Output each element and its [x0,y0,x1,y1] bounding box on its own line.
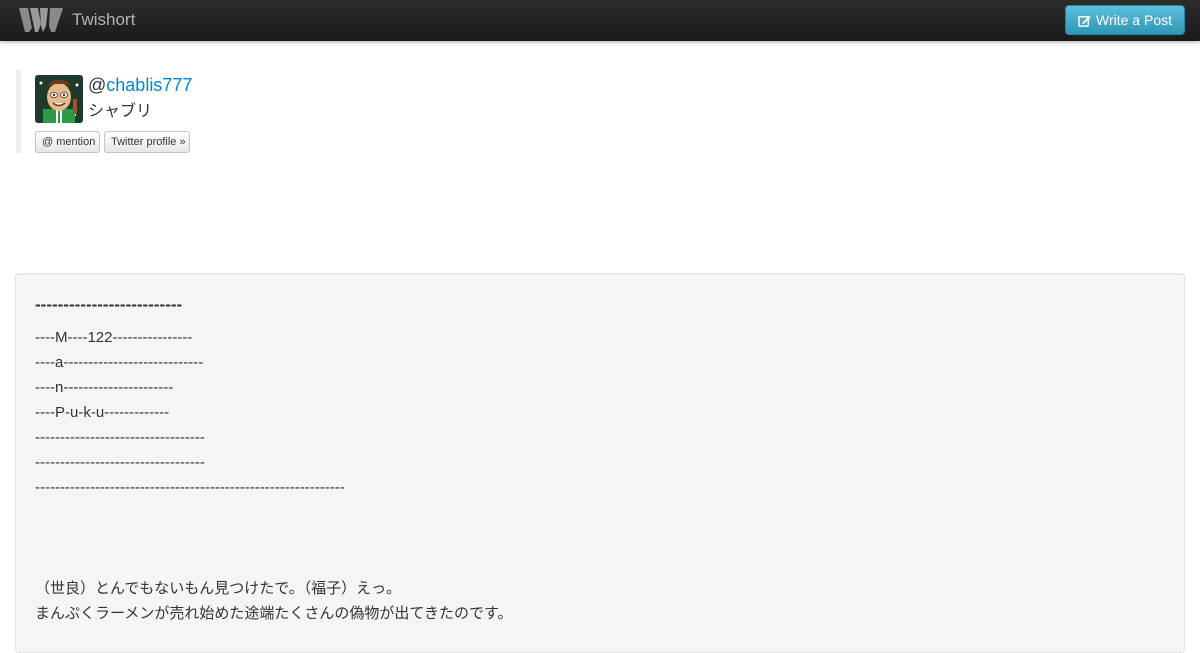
username-line: @chablis777 [88,74,192,96]
post-title: -------------------------- [35,295,183,314]
post-well: -------------------------- ----M----122-… [15,273,1185,653]
username-link[interactable]: chablis777 [106,75,192,95]
write-post-button[interactable]: Write a Post [1065,5,1185,35]
top-navbar: Twishort Write a Post [0,0,1200,41]
post-line: ----a---------------------------- [35,354,204,371]
write-post-label: Write a Post [1096,12,1172,28]
post-line: ----M----122---------------- [35,329,193,346]
post-line: （世良）とんでもないもん見つけたで。（福子）えっ。 [35,580,402,597]
author-profile: @chablis777 シャブリ @ mention Twitter profi… [16,70,421,153]
twishort-logo-icon[interactable] [19,6,63,33]
twitter-profile-button[interactable]: Twitter profile » [104,131,190,153]
post-line: ---------------------------------- [35,429,205,446]
avatar[interactable] [35,75,83,123]
post-line: まんぷくラーメンが売れ始めた途端たくさんの偽物が出てきたのです。 [35,605,513,622]
edit-icon [1078,15,1091,27]
post-line: ----n---------------------- [35,379,174,396]
post-line: ----------------------------------------… [35,479,345,496]
mention-button[interactable]: @ mention [35,131,100,153]
brand-name[interactable]: Twishort [72,10,135,30]
post-line: ---------------------------------- [35,454,205,471]
at-sign: @ [88,75,107,95]
post-line: ----P-u-k-u------------- [35,404,170,421]
display-name: シャブリ [88,103,153,120]
